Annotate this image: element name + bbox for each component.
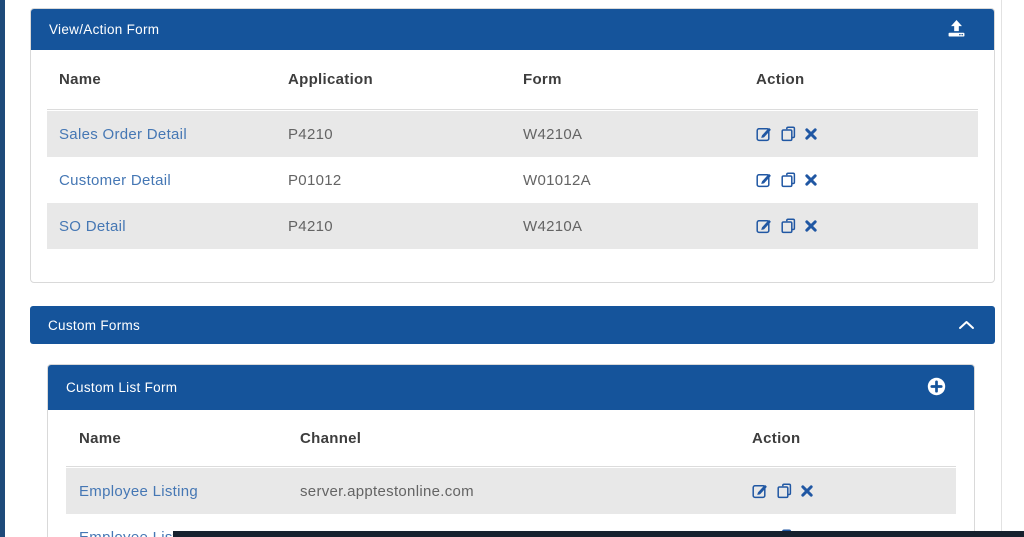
add-form-button[interactable] (927, 377, 946, 399)
row-name-link[interactable]: Customer Detail (59, 172, 171, 189)
col-header-application: Application (288, 71, 523, 88)
form-cell: W4210A (523, 218, 756, 235)
custom-forms-header[interactable]: Custom Forms (30, 306, 995, 344)
delete-x-icon[interactable] (801, 485, 813, 497)
table-row: Employee Listing server.apptestonline.co… (66, 468, 956, 514)
col-header-form: Form (523, 71, 756, 88)
col-header-channel: Channel (300, 430, 752, 447)
edit-icon[interactable] (752, 483, 768, 499)
plus-circle-icon (927, 377, 946, 399)
row-name-link[interactable]: Sales Order Detail (59, 126, 187, 143)
copy-icon[interactable] (781, 126, 796, 142)
custom-list-form-header: Custom List Form (48, 365, 974, 410)
application-cell: P4210 (288, 126, 523, 143)
table-header-row: Name Channel Action (66, 410, 956, 467)
action-cell (756, 218, 978, 234)
col-header-action: Action (752, 430, 956, 447)
delete-x-icon[interactable] (805, 174, 817, 186)
action-cell (756, 126, 978, 142)
table-row: Customer Detail P01012 W01012A (47, 157, 978, 203)
application-cell: P01012 (288, 172, 523, 189)
panel-title: View/Action Form (49, 22, 159, 37)
channel-cell: server.apptestonline.com (300, 483, 752, 500)
right-border-line (1001, 0, 1002, 537)
edit-icon[interactable] (756, 126, 772, 142)
view-action-form-panel: View/Action Form Name Application Form A… (30, 8, 995, 283)
copy-icon[interactable] (777, 483, 792, 499)
row-name-link[interactable]: SO Detail (59, 218, 126, 235)
col-header-action: Action (756, 71, 978, 88)
upload-icon (947, 20, 966, 40)
table-row: SO Detail P4210 W4210A (47, 203, 978, 249)
form-cell: W01012A (523, 172, 756, 189)
dark-bottom-bar (173, 531, 1024, 537)
table-header-row: Name Application Form Action (47, 50, 978, 110)
form-cell: W4210A (523, 126, 756, 143)
application-cell: P4210 (288, 218, 523, 235)
table-row: Sales Order Detail P4210 W4210A (47, 111, 978, 157)
action-cell (756, 172, 978, 188)
panel-title: Custom List Form (66, 380, 177, 395)
col-header-name: Name (59, 71, 288, 88)
row-name-link[interactable]: Employee Listing (79, 483, 198, 500)
edit-icon[interactable] (756, 172, 772, 188)
action-cell (752, 483, 956, 499)
panel-title: Custom Forms (48, 318, 140, 333)
left-edge-strip (0, 0, 5, 537)
upload-button[interactable] (947, 20, 966, 40)
view-action-form-header: View/Action Form (31, 9, 994, 50)
custom-list-form-panel: Custom List Form Name Channel Action Emp… (47, 364, 975, 537)
page: View/Action Form Name Application Form A… (0, 0, 1024, 537)
copy-icon[interactable] (781, 172, 796, 188)
collapse-button[interactable] (958, 318, 975, 333)
delete-x-icon[interactable] (805, 128, 817, 140)
col-header-name: Name (79, 430, 300, 447)
edit-icon[interactable] (756, 218, 772, 234)
chevron-up-icon (958, 318, 975, 333)
copy-icon[interactable] (781, 218, 796, 234)
delete-x-icon[interactable] (805, 220, 817, 232)
